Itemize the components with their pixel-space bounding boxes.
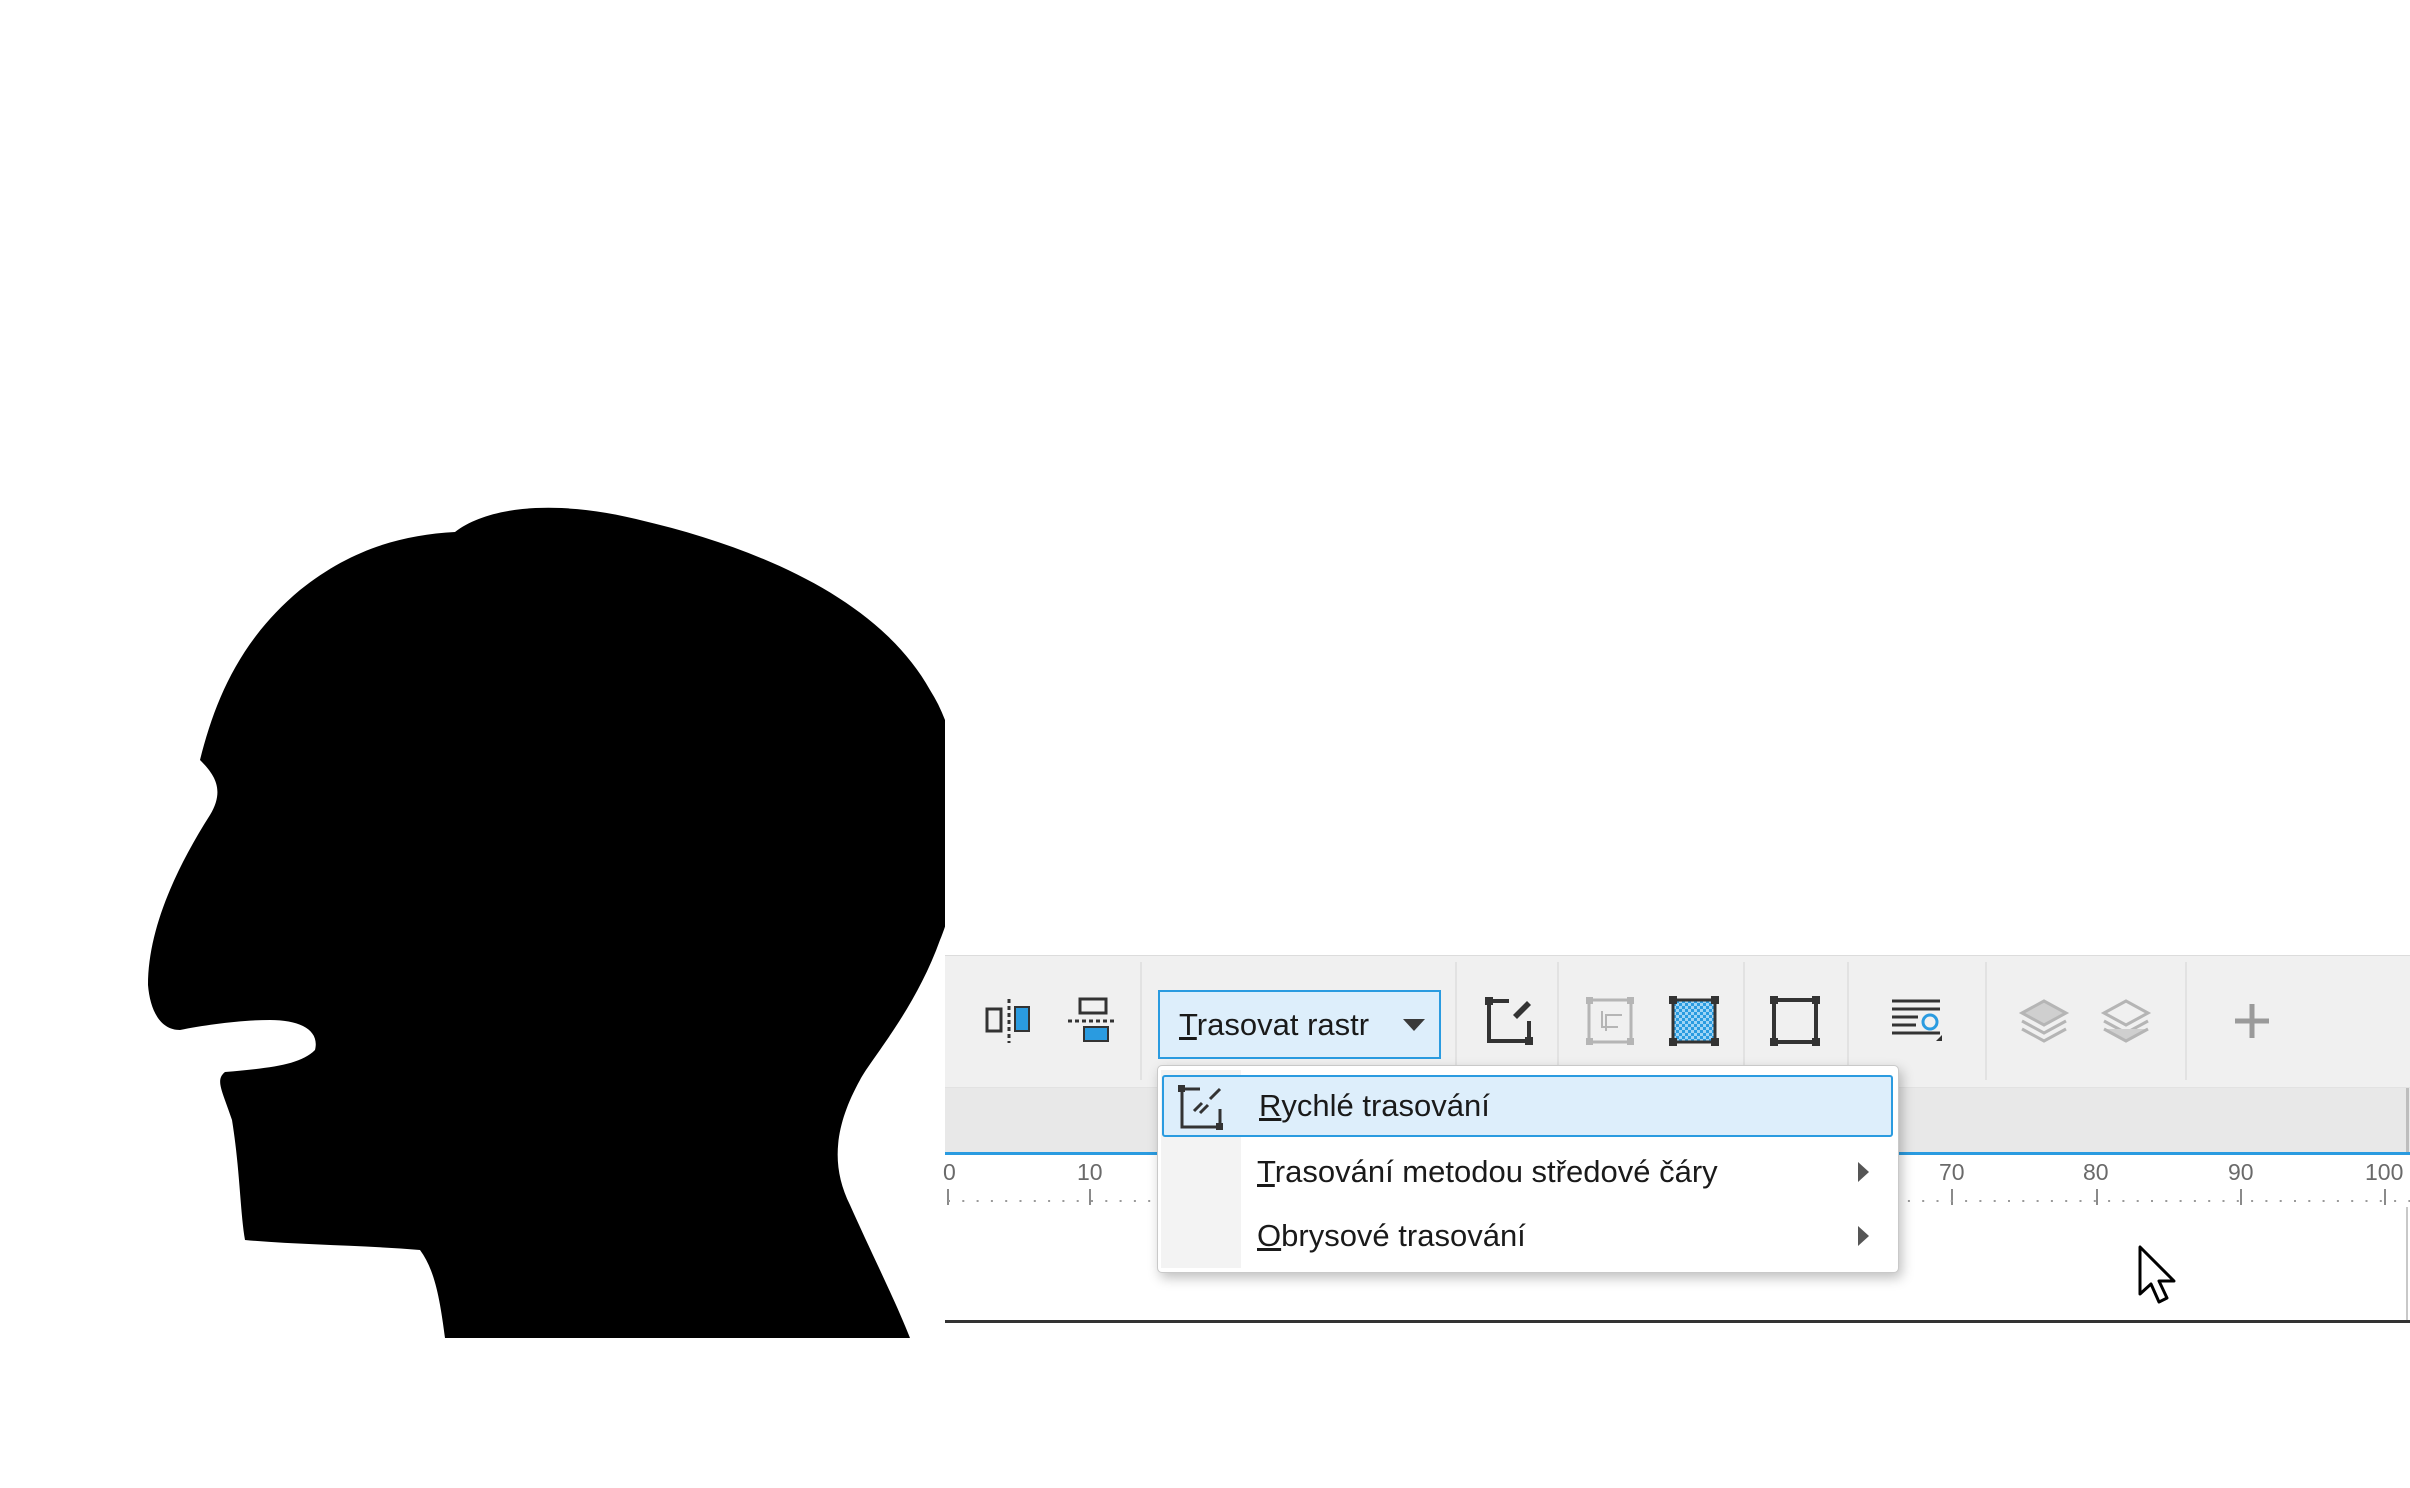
toolbar-separator (1140, 962, 1142, 1080)
mouse-pointer-icon (2138, 1245, 2176, 1304)
chevron-right-icon (1858, 1162, 1869, 1182)
toolbar-separator (1847, 962, 1849, 1080)
chevron-down-icon[interactable] (1403, 1018, 1425, 1031)
ruler-label: 100 (2365, 1159, 2404, 1185)
trace-bitmap-dropdown[interactable]: Trasovat rastr (1158, 990, 1441, 1059)
menu-item-label: Obrysové trasování (1257, 1218, 1526, 1253)
ruler-label: 80 (2083, 1159, 2109, 1185)
chevron-right-icon (1858, 1226, 1869, 1246)
add-icon[interactable] (2215, 984, 2289, 1058)
menu-item-quick-trace[interactable]: Rychlé trasování (1162, 1075, 1893, 1137)
toolbar-separator (1985, 962, 1987, 1080)
bitmap-color-mask-icon[interactable] (1657, 984, 1731, 1058)
bounding-box-icon[interactable] (1758, 984, 1832, 1058)
divider (2406, 1088, 2409, 1154)
menu-item-outline-trace[interactable]: Obrysové trasování (1162, 1205, 1893, 1267)
head-silhouette-image (148, 507, 945, 1338)
text-wrap-icon[interactable] (1879, 984, 1953, 1058)
ruler-label: 0 (943, 1159, 956, 1185)
ruler-label: 10 (1077, 1159, 1103, 1185)
toolbar-separator (1743, 962, 1745, 1080)
trace-bitmap-label: Trasovat rastr (1179, 1006, 1370, 1042)
menu-item-centerline-trace[interactable]: Trasování metodou středové čáry (1162, 1141, 1893, 1203)
toolbar-separator (1455, 962, 1457, 1080)
crop-bitmap-icon[interactable] (1573, 984, 1647, 1058)
ruler-label: 90 (2228, 1159, 2254, 1185)
distribute-icon[interactable] (1055, 984, 1129, 1058)
send-backward-icon[interactable] (2089, 984, 2163, 1058)
trace-bitmap-menu: Rychlé trasování Trasování metodou střed… (1157, 1065, 1899, 1273)
bring-forward-icon[interactable] (2007, 984, 2081, 1058)
toolbar-separator (1557, 962, 1559, 1080)
divider (2406, 1207, 2408, 1322)
quick-trace-icon (1178, 1085, 1223, 1130)
ruler-label: 70 (1939, 1159, 1965, 1185)
canvas-edge (945, 1320, 2410, 1323)
menu-item-label: Trasování metodou středové čáry (1257, 1154, 1718, 1189)
edit-bitmap-icon[interactable] (1472, 984, 1546, 1058)
toolbar-separator (2185, 962, 2187, 1080)
align-icon[interactable] (972, 984, 1046, 1058)
menu-item-label: Rychlé trasování (1259, 1088, 1490, 1123)
